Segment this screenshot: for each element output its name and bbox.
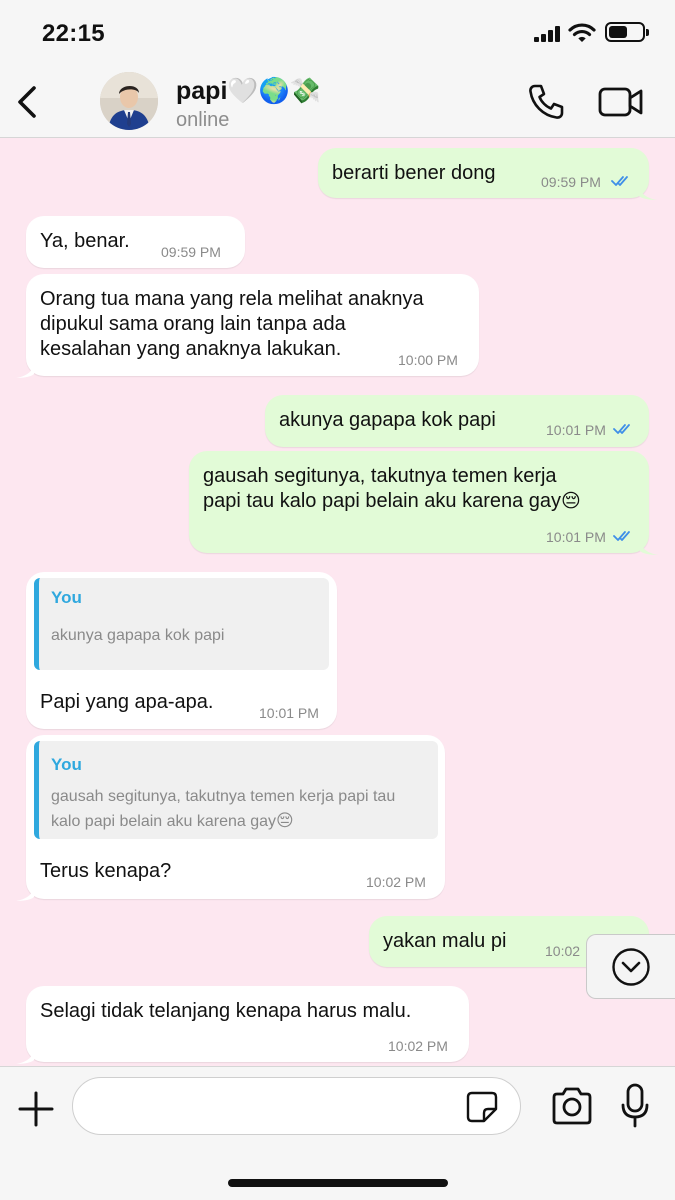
message-text: Papi yang apa-apa.: [40, 691, 214, 713]
outgoing-message[interactable]: akunya gapapa kok papi 10:01 PM: [265, 395, 649, 447]
message-text: yakan malu pi: [383, 930, 507, 952]
quoted-message[interactable]: You gausah segitunya, takutnya temen ker…: [34, 741, 438, 839]
bubble-tail: [16, 1048, 34, 1064]
quoted-message[interactable]: You akunya gapapa kok papi: [34, 578, 329, 670]
message-time: 09:59 PM: [161, 244, 221, 260]
wifi-icon: [568, 23, 596, 42]
incoming-message[interactable]: Orang tua mana yang rela melihat anaknya…: [16, 274, 479, 378]
message-text: berarti bener dong: [332, 162, 496, 184]
pensive-emoji: 😔: [276, 811, 294, 830]
quoted-author: You: [51, 755, 82, 774]
incoming-message[interactable]: Ya, benar. 09:59 PM: [26, 216, 245, 268]
bubble-tail: [640, 539, 658, 555]
status-time: 22:15: [42, 20, 105, 47]
phone-icon[interactable]: [526, 82, 566, 122]
message-text: akunya gapapa kok papi: [279, 409, 496, 431]
message-text: gausah segitunya, takutnya temen kerja p…: [203, 465, 581, 512]
incoming-message[interactable]: Selagi tidak telanjang kenapa harus malu…: [16, 986, 469, 1064]
back-chevron-icon[interactable]: [10, 78, 46, 126]
battery-icon: [605, 22, 649, 42]
incoming-reply-message[interactable]: You gausah segitunya, takutnya temen ker…: [16, 735, 445, 901]
incoming-reply-message[interactable]: You akunya gapapa kok papi Papi yang apa…: [26, 572, 337, 729]
message-time: 10:02: [545, 943, 581, 959]
quoted-author: You: [51, 588, 82, 607]
outgoing-message[interactable]: berarti bener dong 09:59 PM: [318, 148, 657, 200]
cellular-signal-icon: [534, 26, 564, 42]
bubble-tail: [16, 885, 34, 901]
video-camera-icon[interactable]: [598, 86, 644, 118]
message-text: Ya, benar.: [40, 230, 130, 252]
message-time: 10:02 PM: [366, 874, 426, 890]
bubble-tail: [639, 184, 657, 200]
message-time: 10:00 PM: [398, 352, 458, 368]
message-input[interactable]: [72, 1077, 521, 1135]
status-bar: 22:15: [0, 0, 675, 68]
chevron-down-circle-icon: [612, 948, 650, 986]
bubble-tail: [16, 362, 34, 378]
pensive-emoji: 😔: [561, 491, 581, 512]
home-indicator: [228, 1179, 448, 1187]
composer-bar: [0, 1066, 675, 1200]
read-receipt-icon: [613, 424, 630, 434]
outgoing-message[interactable]: gausah segitunya, takutnya temen kerja p…: [189, 451, 658, 555]
read-receipt-icon: [613, 531, 630, 541]
plus-icon[interactable]: [16, 1089, 56, 1129]
message-text: Terus kenapa?: [40, 860, 172, 882]
message-time: 10:02 PM: [388, 1038, 448, 1054]
read-receipt-icon: [611, 176, 628, 186]
scroll-to-bottom-button[interactable]: [586, 934, 675, 999]
contact-avatar[interactable]: [100, 72, 158, 130]
quoted-text: akunya gapapa kok papi: [51, 627, 225, 644]
contact-name[interactable]: papi🤍🌍💸: [176, 77, 321, 106]
quoted-text: gausah segitunya, takutnya temen kerja p…: [51, 788, 396, 830]
camera-icon[interactable]: [550, 1087, 594, 1125]
contact-status: online: [176, 109, 230, 131]
microphone-icon[interactable]: [620, 1083, 650, 1129]
message-time: 10:01 PM: [546, 422, 606, 438]
message-time: 09:59 PM: [541, 174, 601, 190]
chat-header: papi🤍🌍💸 online: [0, 68, 675, 138]
message-text: Orang tua mana yang rela melihat anaknya…: [40, 288, 424, 360]
message-time: 10:01 PM: [259, 705, 319, 721]
message-time: 10:01 PM: [546, 529, 606, 545]
sticker-icon[interactable]: [466, 1091, 498, 1123]
message-text: Selagi tidak telanjang kenapa harus malu…: [40, 1000, 412, 1022]
